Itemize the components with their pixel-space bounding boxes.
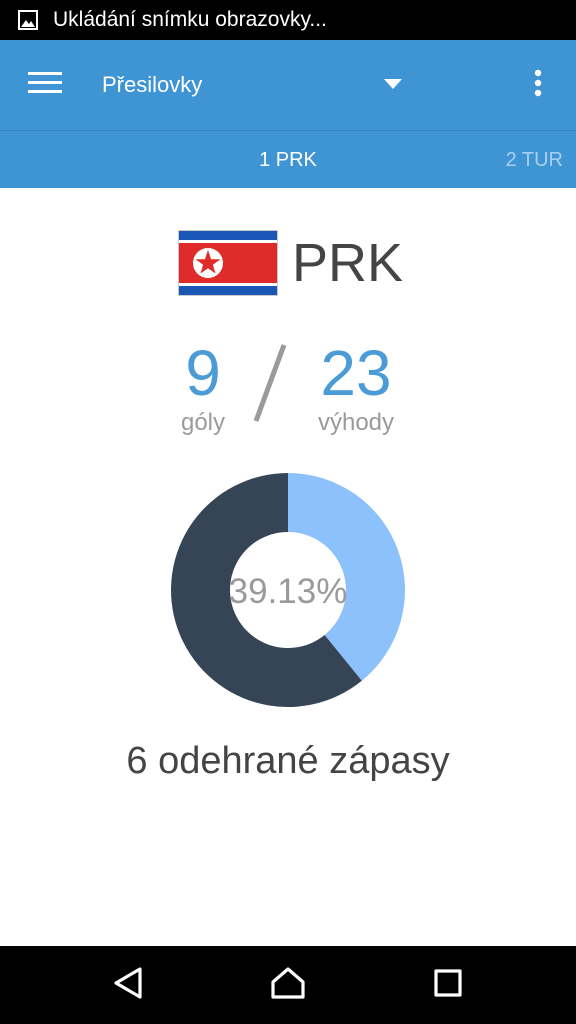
- image-icon: [17, 9, 39, 31]
- notification-text: Ukládání snímku obrazovky...: [53, 8, 327, 31]
- advantages-label: výhody: [317, 409, 395, 436]
- donut-svg: 39.13%: [171, 473, 405, 707]
- goals-label: góly: [180, 409, 226, 436]
- back-button[interactable]: [88, 946, 168, 1024]
- recent-apps-icon: [433, 968, 463, 1003]
- category-dropdown[interactable]: Přesilovky: [102, 40, 402, 130]
- recent-apps-button[interactable]: [408, 946, 488, 1024]
- system-nav-bar: [0, 946, 576, 1024]
- tab-prk[interactable]: 1 PRK: [226, 131, 350, 189]
- donut-center-label: 39.13%: [229, 572, 348, 611]
- advantages-value: 23: [320, 337, 392, 409]
- matches-played: 6 odehrané zápasy: [126, 740, 450, 782]
- overflow-menu-icon: [534, 69, 542, 102]
- north-korea-flag: [178, 230, 278, 296]
- dropdown-selected-label: Přesilovky: [102, 72, 203, 97]
- team-tabs: 1 PRK 2 TUR: [0, 130, 576, 188]
- goals-value: 9: [185, 337, 221, 409]
- team-stats-panel: PRK 9 góly 23 výhody 39.13% 6 odehrané z…: [0, 188, 576, 946]
- advantages-stat: 23 výhody: [306, 338, 406, 438]
- stats-separator: [250, 343, 290, 428]
- tab-tur[interactable]: 2 TUR: [480, 131, 576, 189]
- home-button[interactable]: [248, 946, 328, 1024]
- conversion-donut-chart: 39.13%: [168, 470, 408, 710]
- team-header: PRK: [178, 230, 403, 296]
- team-name: PRK: [292, 233, 404, 293]
- home-icon: [270, 966, 306, 1005]
- goals-stat: 9 góly: [168, 338, 238, 438]
- back-triangle-icon: [112, 966, 144, 1005]
- hamburger-menu-icon: [28, 71, 62, 99]
- status-bar: Ukládání snímku obrazovky...: [0, 0, 576, 40]
- dropdown-arrow-icon: [384, 76, 402, 94]
- overflow-menu-button[interactable]: [516, 40, 560, 130]
- app-toolbar: Přesilovky: [0, 40, 576, 130]
- menu-button[interactable]: [0, 40, 90, 130]
